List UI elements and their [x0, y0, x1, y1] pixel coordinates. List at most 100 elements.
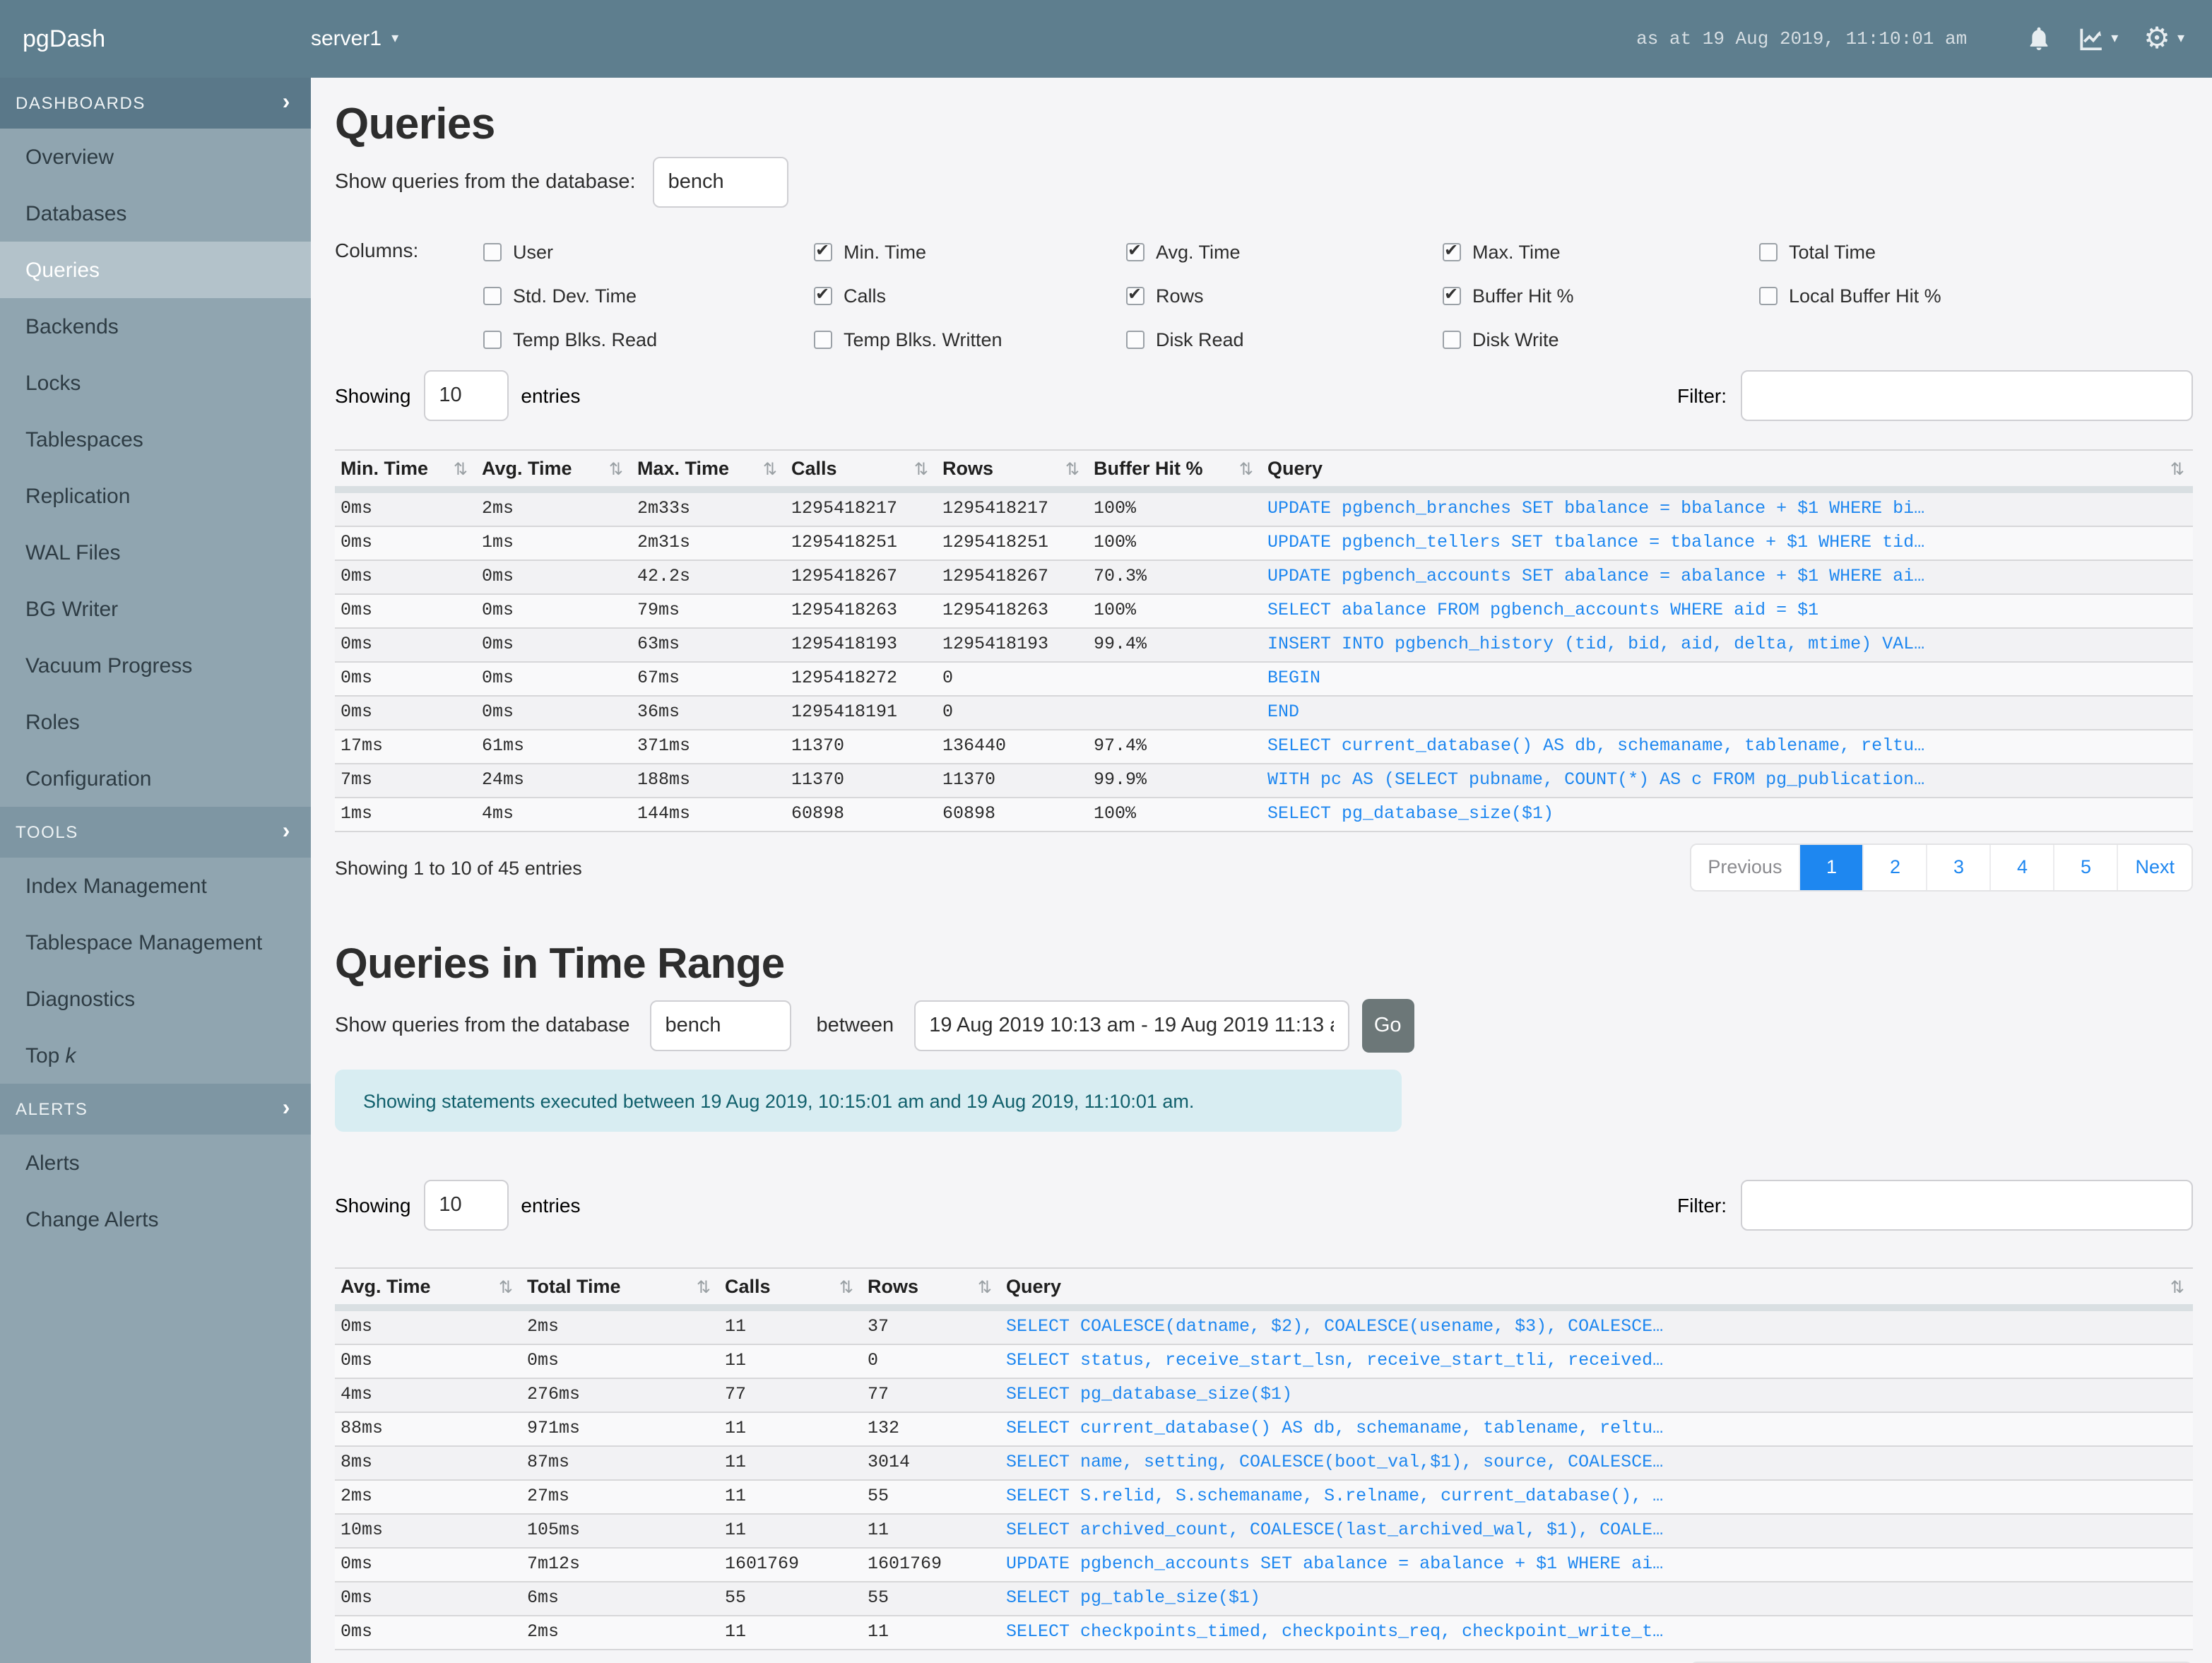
database-input[interactable] [652, 157, 788, 208]
go-button[interactable]: Go [1361, 999, 1414, 1053]
sidebar-item-overview[interactable]: Overview [0, 129, 311, 185]
as-at-timestamp: as at 19 Aug 2019, 11:10:01 am [1636, 28, 1968, 49]
sidebar-item-vacuum-progress[interactable]: Vacuum Progress [0, 637, 311, 694]
sidebar-section-tools[interactable]: TOOLS › [0, 807, 311, 858]
query-link[interactable]: UPDATE pgbench_accounts SET abalance = a… [1267, 567, 1924, 586]
query-link[interactable]: BEGIN [1267, 668, 1320, 688]
column-checkbox-min-time[interactable]: Min. Time [814, 230, 1126, 274]
query-link[interactable]: UPDATE pgbench_branches SET bbalance = b… [1267, 499, 1924, 519]
query-link[interactable]: UPDATE pgbench_tellers SET tbalance = tb… [1267, 533, 1924, 552]
sidebar-item-tablespaces[interactable]: Tablespaces [0, 411, 311, 468]
query-link[interactable]: SELECT status, receive_start_lsn, receiv… [1006, 1351, 1663, 1371]
column-header-avg-time[interactable]: Avg. Time ⇅ [335, 1267, 521, 1311]
sidebar-item-alerts[interactable]: Alerts [0, 1135, 311, 1191]
column-header-query[interactable]: Query ⇅ [1000, 1267, 2193, 1311]
sidebar-item-index-management[interactable]: Index Management [0, 858, 311, 914]
charts-menu[interactable]: ▾ [2077, 25, 2118, 52]
entries-count-input[interactable] [423, 370, 509, 421]
page-button-4[interactable]: 4 [1989, 845, 2054, 890]
sidebar-item-roles[interactable]: Roles [0, 694, 311, 750]
query-link[interactable]: SELECT archived_count, COALESCE(last_arc… [1006, 1520, 1663, 1540]
query-cell: SELECT abalance FROM pgbench_accounts WH… [1262, 594, 2193, 629]
sidebar-item-backends[interactable]: Backends [0, 298, 311, 355]
query-link[interactable]: UPDATE pgbench_accounts SET abalance = a… [1006, 1554, 1663, 1574]
column-header-rows[interactable]: Rows ⇅ [937, 449, 1088, 493]
db-select-label-2: Show queries from the database [335, 1014, 630, 1037]
cell-value: 0 [937, 696, 1088, 730]
sidebar-item-diagnostics[interactable]: Diagnostics [0, 971, 311, 1027]
query-link[interactable]: WITH pc AS (SELECT pubname, COUNT(*) AS … [1267, 770, 1924, 790]
page-button-5[interactable]: 5 [2053, 845, 2117, 890]
entries-count-input-2[interactable] [423, 1180, 509, 1231]
column-checkbox-rows[interactable]: Rows [1126, 274, 1443, 318]
page-button-2[interactable]: 2 [1862, 845, 1927, 890]
checkbox-label: Temp Blks. Read [513, 329, 658, 350]
column-header-max-time[interactable]: Max. Time ⇅ [632, 449, 786, 493]
time-range-input[interactable] [913, 1000, 1349, 1051]
cell-value: 0ms [476, 696, 632, 730]
server-dropdown[interactable]: server1 ▾ [311, 27, 398, 51]
query-cell: SELECT current_database() AS db, scheman… [1000, 1412, 2193, 1447]
notifications-bell-icon[interactable] [2026, 25, 2052, 53]
page-button-3[interactable]: 3 [1926, 845, 1990, 890]
settings-menu[interactable]: ⚙︎ ▾ [2143, 23, 2184, 54]
column-checkbox-temp-blks-read[interactable]: Temp Blks. Read [483, 318, 814, 362]
sidebar-item-wal-files[interactable]: WAL Files [0, 524, 311, 581]
cell-value: 11370 [786, 730, 937, 764]
column-checkbox-disk-read[interactable]: Disk Read [1126, 318, 1443, 362]
column-header-min-time[interactable]: Min. Time ⇅ [335, 449, 476, 493]
query-link[interactable]: SELECT current_database() AS db, scheman… [1006, 1419, 1663, 1438]
column-checkbox-calls[interactable]: Calls [814, 274, 1126, 318]
column-checkbox-user[interactable]: User [483, 230, 814, 274]
query-link[interactable]: SELECT pg_database_size($1) [1267, 804, 1554, 824]
filter-label: Filter: [1677, 384, 1727, 407]
query-link[interactable]: SELECT COALESCE(datname, $2), COALESCE(u… [1006, 1317, 1663, 1337]
sidebar-section-alerts[interactable]: ALERTS › [0, 1084, 311, 1135]
column-header-calls[interactable]: Calls ⇅ [719, 1267, 862, 1311]
database-input-2[interactable] [649, 1000, 791, 1051]
filter-input-2[interactable] [1741, 1180, 2193, 1231]
sidebar-item-locks[interactable]: Locks [0, 355, 311, 411]
column-checkbox-std-dev-time[interactable]: Std. Dev. Time [483, 274, 814, 318]
query-link[interactable]: INSERT INTO pgbench_history (tid, bid, a… [1267, 634, 1924, 654]
sidebar-item-replication[interactable]: Replication [0, 468, 311, 524]
column-checkbox-temp-blks-written[interactable]: Temp Blks. Written [814, 318, 1126, 362]
column-checkbox-max-time[interactable]: Max. Time [1443, 230, 1759, 274]
column-checkbox-avg-time[interactable]: Avg. Time [1126, 230, 1443, 274]
query-link[interactable]: SELECT pg_database_size($1) [1006, 1385, 1292, 1404]
sidebar-section-dashboards[interactable]: DASHBOARDS › [0, 78, 311, 129]
query-link[interactable]: SELECT checkpoints_timed, checkpoints_re… [1006, 1622, 1663, 1642]
column-header-query[interactable]: Query ⇅ [1262, 449, 2193, 493]
query-link[interactable]: SELECT S.relid, S.schemaname, S.relname,… [1006, 1486, 1663, 1506]
column-header-calls[interactable]: Calls ⇅ [786, 449, 937, 493]
checkbox-unchecked-icon [483, 243, 502, 261]
previous-page-button[interactable]: Previous [1691, 845, 1799, 890]
sidebar-item-change-alerts[interactable]: Change Alerts [0, 1191, 311, 1248]
query-link[interactable]: SELECT name, setting, COALESCE(boot_val,… [1006, 1452, 1663, 1472]
next-page-button[interactable]: Next [2117, 845, 2192, 890]
column-checkbox-local-buffer-hit[interactable]: Local Buffer Hit % [1759, 274, 1941, 318]
page-button-1[interactable]: 1 [1799, 845, 1863, 890]
cell-value [1088, 696, 1262, 730]
checkbox-label: Local Buffer Hit % [1789, 285, 1941, 307]
query-link[interactable]: SELECT pg_table_size($1) [1006, 1588, 1260, 1608]
sidebar-item-tablespace-management[interactable]: Tablespace Management [0, 914, 311, 971]
sidebar-item-bg-writer[interactable]: BG Writer [0, 581, 311, 637]
column-header-rows[interactable]: Rows ⇅ [862, 1267, 1000, 1311]
query-link[interactable]: END [1267, 702, 1299, 722]
column-header-avg-time[interactable]: Avg. Time ⇅ [476, 449, 632, 493]
query-link[interactable]: SELECT current_database() AS db, scheman… [1267, 736, 1924, 756]
column-header-total-time[interactable]: Total Time ⇅ [521, 1267, 719, 1311]
sidebar-item-top-k[interactable]: Top k [0, 1027, 311, 1084]
sidebar-item-databases[interactable]: Databases [0, 185, 311, 242]
column-checkbox-total-time[interactable]: Total Time [1759, 230, 1941, 274]
cell-value: 0ms [335, 490, 476, 527]
column-header-buffer-hit[interactable]: Buffer Hit % ⇅ [1088, 449, 1262, 493]
brand-logo[interactable]: pgDash [0, 25, 311, 53]
column-checkbox-buffer-hit[interactable]: Buffer Hit % [1443, 274, 1759, 318]
query-link[interactable]: SELECT abalance FROM pgbench_accounts WH… [1267, 600, 1818, 620]
sidebar-item-queries[interactable]: Queries [0, 242, 311, 298]
column-checkbox-disk-write[interactable]: Disk Write [1443, 318, 1759, 362]
filter-input[interactable] [1741, 370, 2193, 421]
sidebar-item-configuration[interactable]: Configuration [0, 750, 311, 807]
